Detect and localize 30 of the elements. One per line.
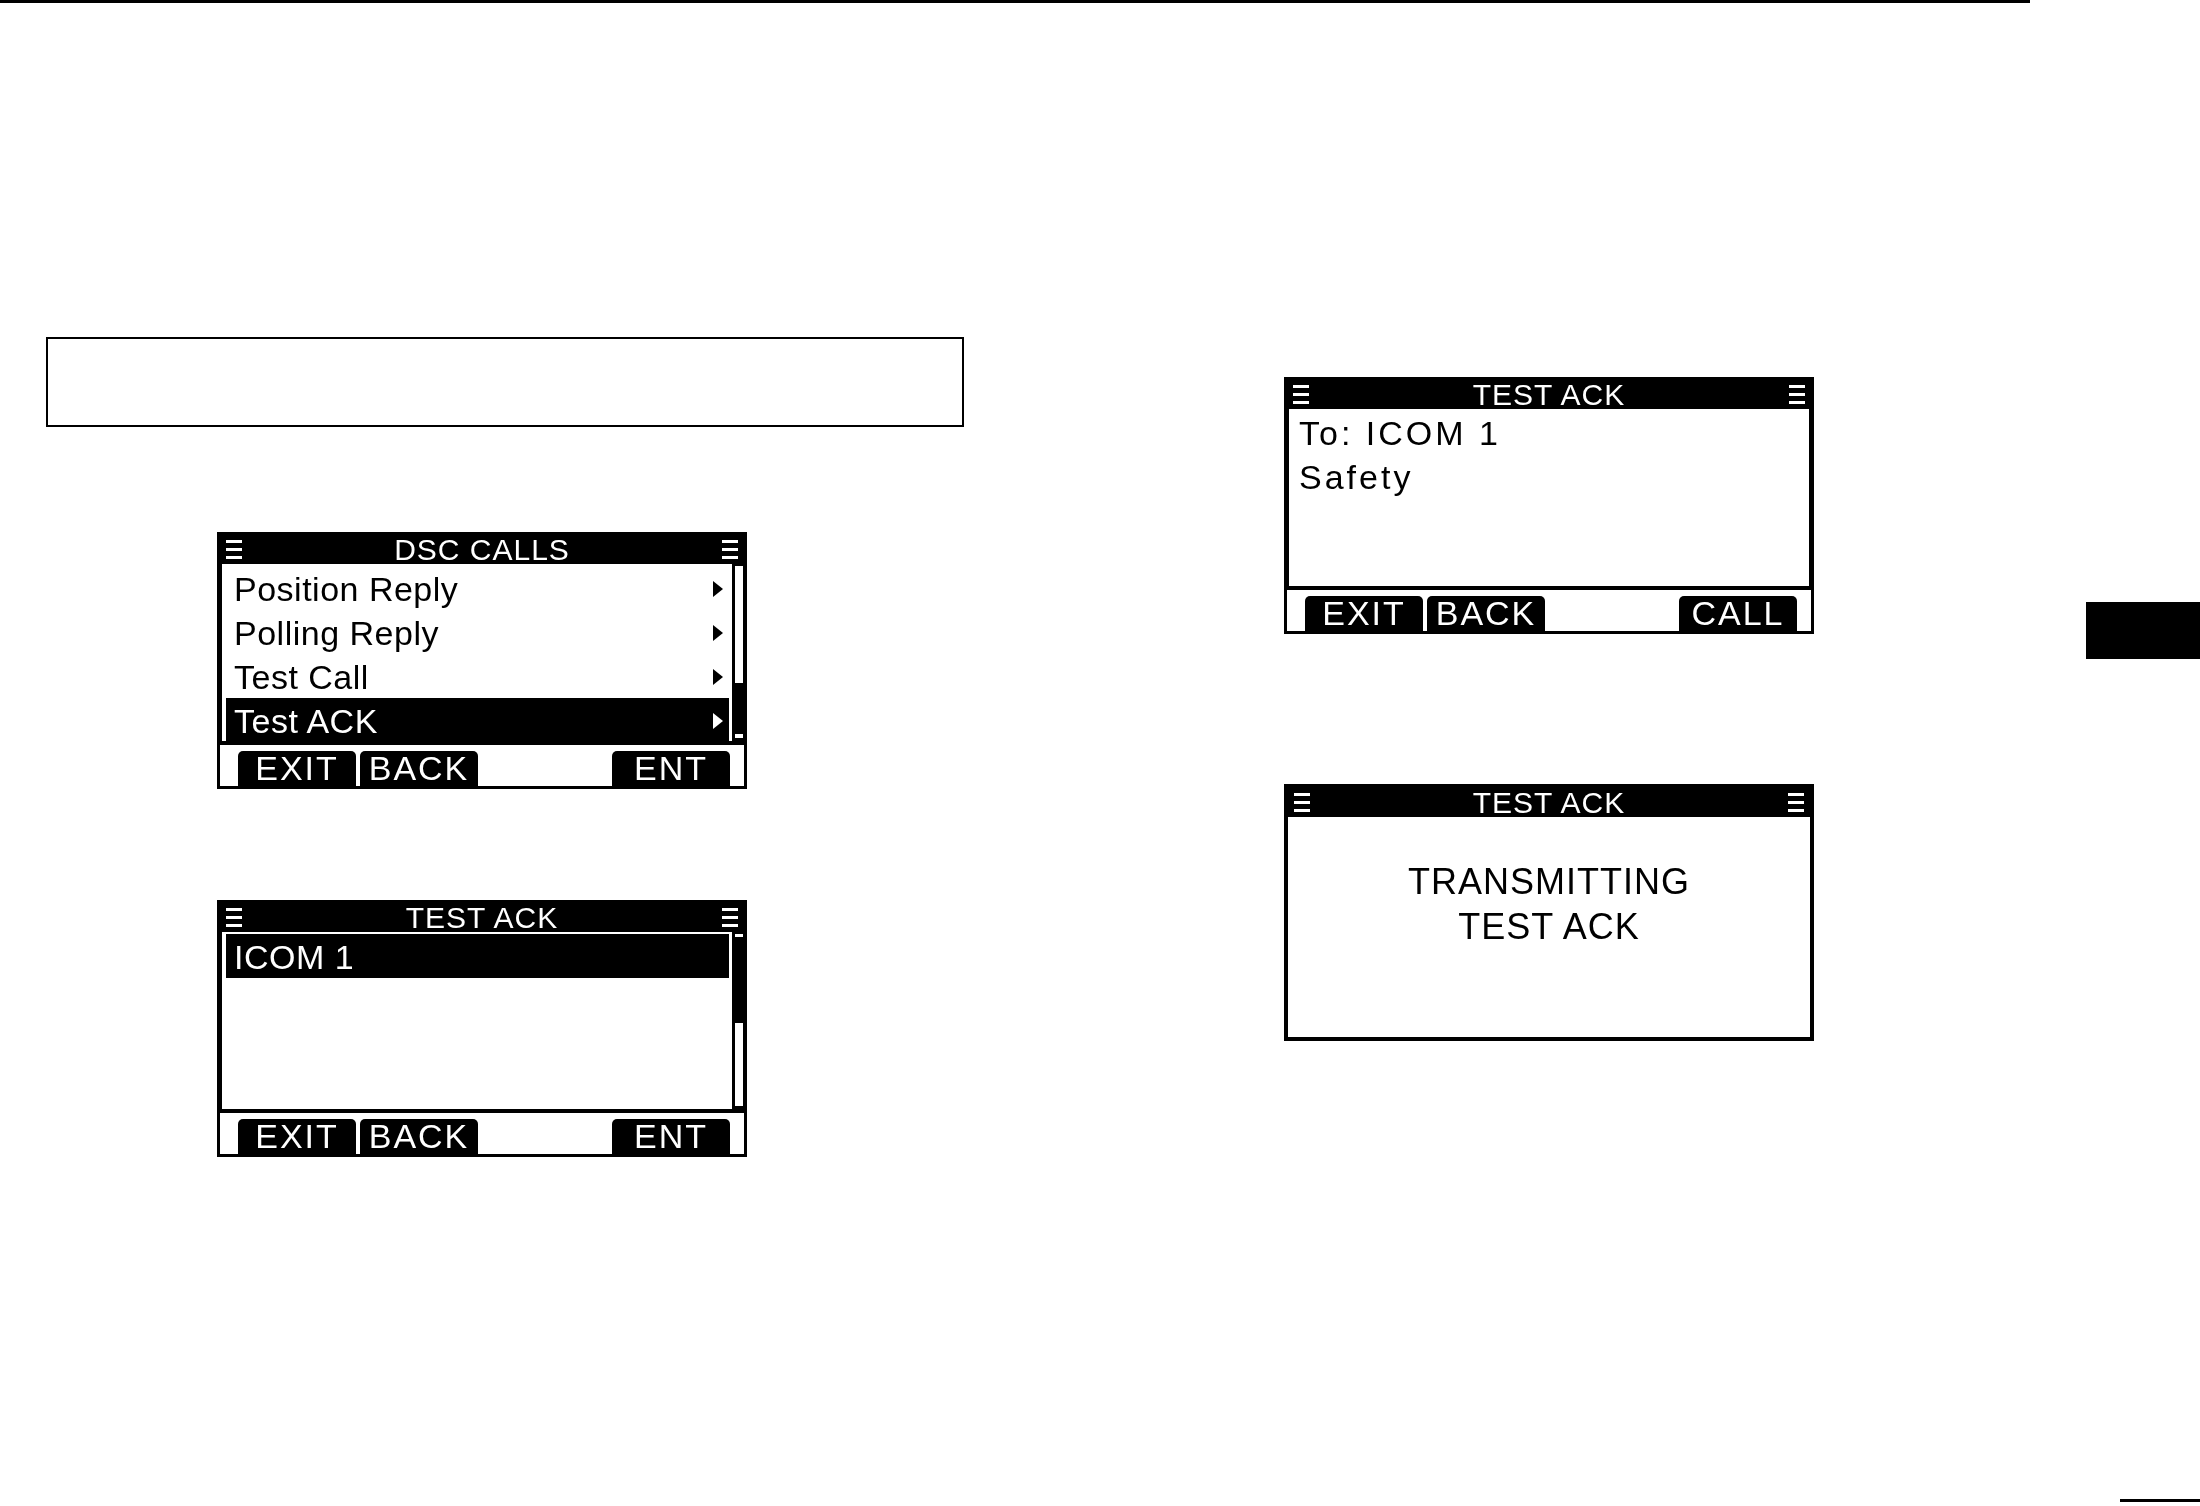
message-line: Safety: [1299, 457, 1415, 498]
menu-item[interactable]: Polling Reply: [226, 610, 729, 654]
menu-item[interactable]: Test ACK: [226, 698, 729, 742]
screen-title: TEST ACK: [1472, 788, 1626, 817]
softkey[interactable]: EXIT: [1305, 596, 1423, 631]
menu-icon: [226, 540, 242, 559]
screen-title: TEST ACK: [405, 903, 559, 932]
menu-icon: [226, 908, 242, 927]
softkey[interactable]: ENT: [612, 1119, 730, 1154]
menu-item[interactable]: ICOM 1: [226, 934, 729, 978]
menu-icon: [722, 908, 738, 927]
softkey[interactable]: ENT: [612, 751, 730, 786]
menu-icon: [1789, 385, 1805, 404]
screen-title: TEST ACK: [1472, 380, 1626, 409]
menu-icon: [1294, 793, 1310, 812]
softkey[interactable]: BACK: [1427, 596, 1545, 631]
softkey[interactable]: CALL: [1679, 596, 1797, 631]
screen-title: DSC CALLS: [394, 535, 570, 564]
softkey[interactable]: EXIT: [238, 751, 356, 786]
softkey[interactable]: BACK: [360, 1119, 478, 1154]
menu-icon: [722, 540, 738, 559]
menu-item[interactable]: Test Call: [226, 654, 729, 698]
menu-item[interactable]: Position Reply: [226, 566, 729, 610]
softkey[interactable]: BACK: [360, 751, 478, 786]
menu-icon: [1788, 793, 1804, 812]
menu-icon: [1293, 385, 1309, 404]
message-line: To: ICOM 1: [1299, 413, 1502, 454]
softkey[interactable]: EXIT: [238, 1119, 356, 1154]
status-text: TRANSMITTING: [1408, 860, 1690, 904]
status-text: TEST ACK: [1458, 905, 1640, 949]
